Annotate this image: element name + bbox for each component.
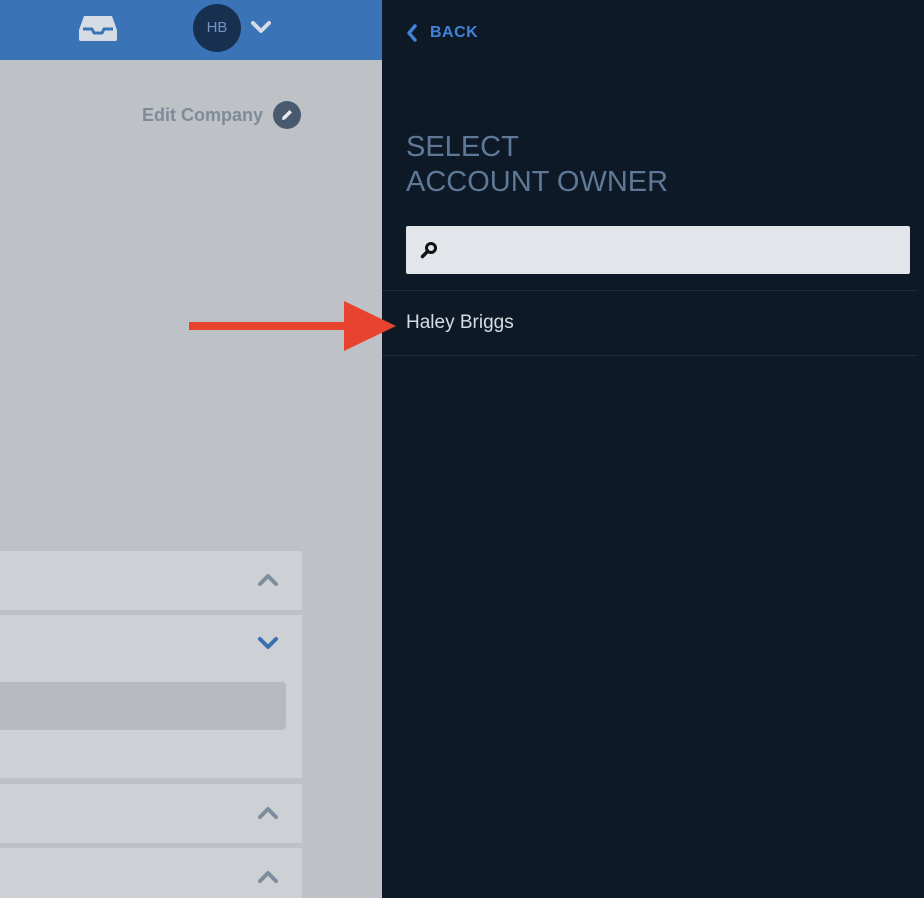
edit-company-button[interactable]: Edit Company xyxy=(142,100,301,130)
owner-list-item[interactable]: Haley Briggs xyxy=(382,290,918,356)
owner-list: Haley Briggs xyxy=(382,290,918,356)
annotation-arrow-icon xyxy=(189,301,396,351)
owner-name: Haley Briggs xyxy=(406,312,514,333)
collapsed-section[interactable] xyxy=(0,848,302,898)
edit-company-label: Edit Company xyxy=(141,104,263,125)
chevron-down-icon[interactable] xyxy=(251,20,271,34)
drawer-title: SELECT ACCOUNT OWNER xyxy=(406,130,668,200)
app-background-overlay: HB Edit Company xyxy=(0,0,382,898)
owner-search-box[interactable] xyxy=(406,226,910,276)
drawer-title-line-2: ACCOUNT OWNER xyxy=(406,166,669,198)
chevron-down-icon[interactable] xyxy=(256,636,280,650)
pencil-icon xyxy=(273,101,301,129)
owner-search-input[interactable] xyxy=(450,226,904,276)
back-label: BACK xyxy=(430,24,479,41)
inbox-icon[interactable] xyxy=(78,14,118,42)
expanded-section[interactable] xyxy=(0,615,302,778)
section-field xyxy=(0,682,286,730)
collapsed-section[interactable] xyxy=(0,551,302,610)
collapsed-section[interactable] xyxy=(0,784,302,843)
search-icon xyxy=(420,242,437,259)
chevron-up-icon[interactable] xyxy=(256,573,280,587)
back-button[interactable]: BACK xyxy=(406,22,478,44)
chevron-left-icon xyxy=(407,24,417,42)
top-navigation-bar: HB xyxy=(0,0,382,60)
select-account-owner-drawer: BACK SELECT ACCOUNT OWNER Haley Briggs xyxy=(382,0,924,898)
chevron-up-icon[interactable] xyxy=(256,806,280,820)
user-avatar[interactable]: HB xyxy=(193,4,241,52)
drawer-title-line-1: SELECT xyxy=(406,131,519,163)
chevron-up-icon[interactable] xyxy=(256,870,280,884)
